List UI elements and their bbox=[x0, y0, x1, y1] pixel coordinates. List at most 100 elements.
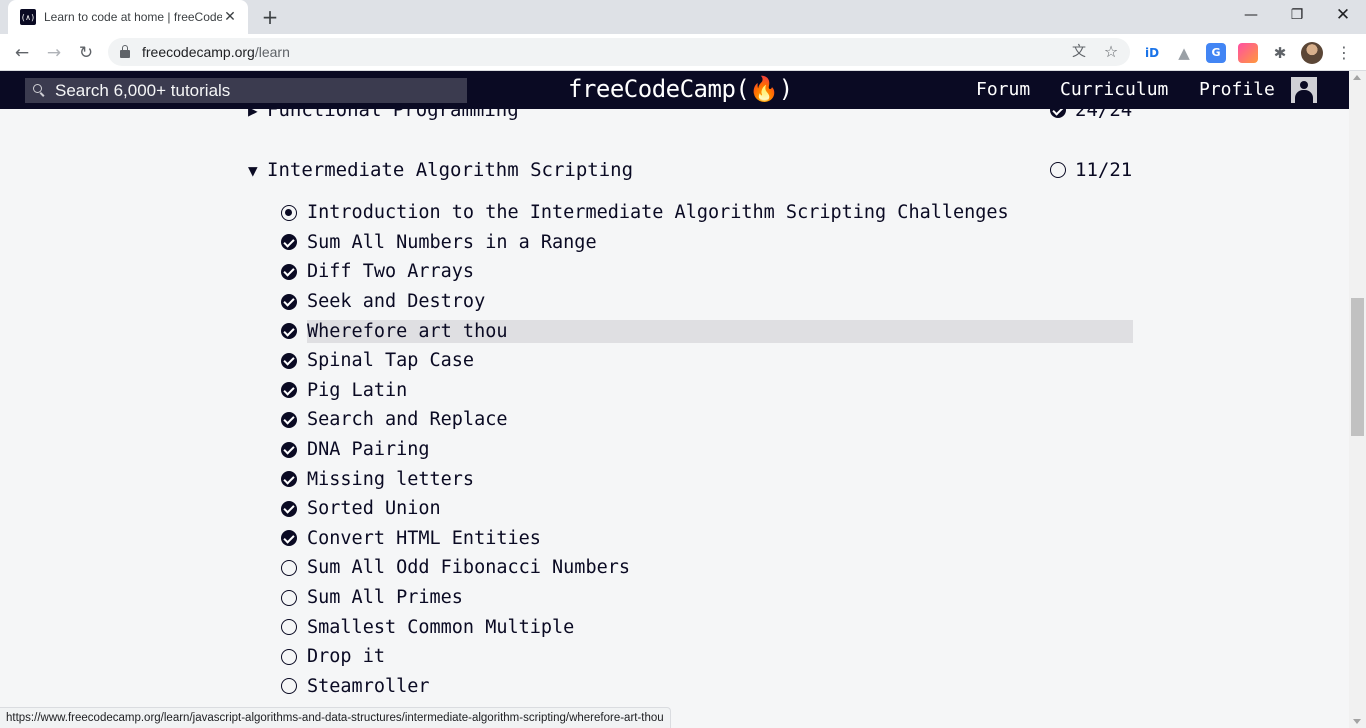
challenge-link[interactable]: Convert HTML Entities bbox=[307, 527, 541, 550]
challenge-item[interactable]: DNA Pairing bbox=[281, 435, 1133, 465]
check-circle-icon bbox=[281, 352, 297, 369]
search-box[interactable] bbox=[25, 78, 467, 103]
curriculum-map: ▶ Functional Programming 24/24 ▼ Interme… bbox=[0, 109, 1349, 728]
challenge-link[interactable]: Pig Latin bbox=[307, 379, 407, 402]
challenge-link[interactable]: Introduction to the Intermediate Algorit… bbox=[307, 201, 1009, 224]
challenge-link[interactable]: Sum All Primes bbox=[307, 586, 463, 609]
browser-tab[interactable]: (∧) Learn to code at home | freeCodeCamp… bbox=[8, 0, 248, 34]
challenge-item[interactable]: Diff Two Arrays bbox=[281, 257, 1133, 287]
chrome-profile-avatar[interactable] bbox=[1301, 42, 1323, 64]
address-bar[interactable]: freecodecamp.org/learn 文 ☆ bbox=[108, 38, 1130, 66]
nav-link-forum[interactable]: Forum bbox=[976, 71, 1030, 109]
empty-circle-icon bbox=[281, 619, 297, 636]
back-arrow-icon[interactable]: ← bbox=[8, 39, 36, 67]
check-circle-icon bbox=[281, 323, 297, 340]
challenge-item[interactable]: Spinal Tap Case bbox=[281, 346, 1133, 376]
page-scrollbar[interactable] bbox=[1349, 71, 1366, 728]
nav-link-curriculum[interactable]: Curriculum bbox=[1060, 71, 1168, 109]
challenge-item[interactable]: Sorted Union bbox=[281, 494, 1133, 524]
fcc-navbar: freeCodeCamp(🔥) Forum Curriculum Profile bbox=[0, 71, 1349, 109]
challenge-link[interactable]: Diff Two Arrays bbox=[307, 260, 474, 283]
close-tab-icon[interactable]: ✕ bbox=[222, 9, 238, 25]
url-host: freecodecamp.org bbox=[142, 44, 255, 60]
block-intermediate-algorithm-scripting[interactable]: ▼ Intermediate Algorithm Scripting 11/21 bbox=[248, 155, 1133, 185]
extensions-puzzle-icon[interactable]: ✱ bbox=[1270, 43, 1290, 63]
tab-title: Learn to code at home | freeCodeCamp.org bbox=[44, 10, 222, 24]
block-title: Functional Programming bbox=[267, 109, 519, 121]
check-circle-icon bbox=[281, 263, 297, 280]
challenge-item[interactable]: Wherefore art thou bbox=[281, 316, 1133, 346]
empty-circle-icon bbox=[281, 678, 297, 695]
fcc-logo[interactable]: freeCodeCamp(🔥) bbox=[568, 71, 793, 109]
challenge-link[interactable]: Missing letters bbox=[307, 468, 474, 491]
check-circle-icon bbox=[281, 234, 297, 251]
challenge-item[interactable]: Sum All Odd Fibonacci Numbers bbox=[281, 553, 1133, 583]
bookmark-star-icon[interactable]: ☆ bbox=[1102, 43, 1120, 61]
challenge-link[interactable]: Steamroller bbox=[307, 675, 430, 698]
challenge-link[interactable]: Sorted Union bbox=[307, 497, 441, 520]
block-functional-programming[interactable]: ▶ Functional Programming 24/24 bbox=[248, 109, 1133, 125]
check-circle-icon bbox=[281, 382, 297, 399]
lock-icon[interactable] bbox=[120, 45, 130, 58]
chrome-menu-icon[interactable]: ⋮ bbox=[1336, 42, 1352, 64]
forward-arrow-icon[interactable]: → bbox=[40, 39, 68, 67]
check-circle-icon bbox=[281, 471, 297, 488]
minimize-icon[interactable]: — bbox=[1228, 0, 1274, 30]
scrollbar-thumb[interactable] bbox=[1351, 298, 1364, 436]
scroll-down-arrow-icon[interactable] bbox=[1353, 719, 1361, 724]
check-circle-icon bbox=[281, 411, 297, 428]
restore-icon[interactable]: ❐ bbox=[1274, 0, 1320, 30]
user-avatar-icon[interactable] bbox=[1291, 77, 1317, 103]
reload-icon[interactable]: ↻ bbox=[72, 39, 100, 67]
empty-circle-icon bbox=[281, 648, 297, 665]
challenge-item[interactable]: Pig Latin bbox=[281, 376, 1133, 406]
challenge-item[interactable]: Sum All Primes bbox=[281, 583, 1133, 613]
translate-icon[interactable]: 文 bbox=[1070, 43, 1088, 61]
challenge-item[interactable]: Introduction to the Intermediate Algorit… bbox=[281, 198, 1133, 228]
challenge-link[interactable]: Spinal Tap Case bbox=[307, 349, 474, 372]
collapsed-arrow-icon: ▶ bbox=[248, 109, 258, 120]
challenge-item[interactable]: Search and Replace bbox=[281, 405, 1133, 435]
check-circle-icon bbox=[281, 441, 297, 458]
link-status-bar: https://www.freecodecamp.org/learn/javas… bbox=[0, 707, 671, 728]
challenge-link[interactable]: Smallest Common Multiple bbox=[307, 616, 574, 639]
google-drive-icon[interactable]: ▲ bbox=[1174, 43, 1194, 63]
browser-tab-strip: (∧) Learn to code at home | freeCodeCamp… bbox=[0, 0, 1366, 34]
nav-link-profile[interactable]: Profile bbox=[1199, 71, 1275, 109]
close-window-icon[interactable]: ✕ bbox=[1320, 0, 1366, 30]
challenge-link[interactable]: Sum All Numbers in a Range bbox=[307, 231, 597, 254]
challenge-link[interactable]: Drop it bbox=[307, 645, 385, 668]
challenge-link[interactable]: Sum All Odd Fibonacci Numbers bbox=[307, 556, 630, 579]
challenge-item[interactable]: Drop it bbox=[281, 642, 1133, 672]
challenge-item[interactable]: Missing letters bbox=[281, 464, 1133, 494]
challenge-link[interactable]: Wherefore art thou bbox=[307, 319, 1133, 343]
challenge-item[interactable]: Smallest Common Multiple bbox=[281, 612, 1133, 642]
challenge-link[interactable]: Seek and Destroy bbox=[307, 290, 485, 313]
google-translate-icon[interactable]: G bbox=[1206, 43, 1226, 63]
empty-circle-icon bbox=[281, 589, 297, 606]
challenge-item[interactable]: Sum All Numbers in a Range bbox=[281, 228, 1133, 258]
extension-id-icon[interactable]: iD bbox=[1142, 43, 1162, 63]
challenge-item[interactable]: Seek and Destroy bbox=[281, 287, 1133, 317]
challenge-item[interactable]: Convert HTML Entities bbox=[281, 524, 1133, 554]
challenge-item[interactable]: Steamroller bbox=[281, 672, 1133, 702]
challenge-link[interactable]: DNA Pairing bbox=[307, 438, 430, 461]
check-circle-icon bbox=[1050, 109, 1066, 118]
scroll-up-arrow-icon[interactable] bbox=[1353, 75, 1361, 80]
search-input[interactable] bbox=[55, 78, 460, 103]
search-icon bbox=[33, 84, 45, 97]
new-tab-icon[interactable]: + bbox=[258, 5, 282, 29]
extension-gradient-icon[interactable] bbox=[1238, 43, 1258, 63]
empty-circle-icon bbox=[1050, 162, 1066, 178]
challenge-link[interactable]: Search and Replace bbox=[307, 408, 507, 431]
freecodecamp-favicon-icon: (∧) bbox=[20, 9, 36, 25]
check-circle-icon bbox=[281, 530, 297, 547]
url-path: /learn bbox=[254, 44, 290, 60]
block-progress: 11/21 bbox=[1075, 159, 1133, 181]
url-text[interactable]: freecodecamp.org/learn bbox=[142, 38, 290, 66]
expanded-arrow-icon: ▼ bbox=[248, 160, 258, 180]
current-challenge-icon bbox=[281, 204, 297, 221]
block-progress: 24/24 bbox=[1075, 109, 1133, 121]
empty-circle-icon bbox=[281, 559, 297, 576]
block-title: Intermediate Algorithm Scripting bbox=[267, 159, 634, 181]
